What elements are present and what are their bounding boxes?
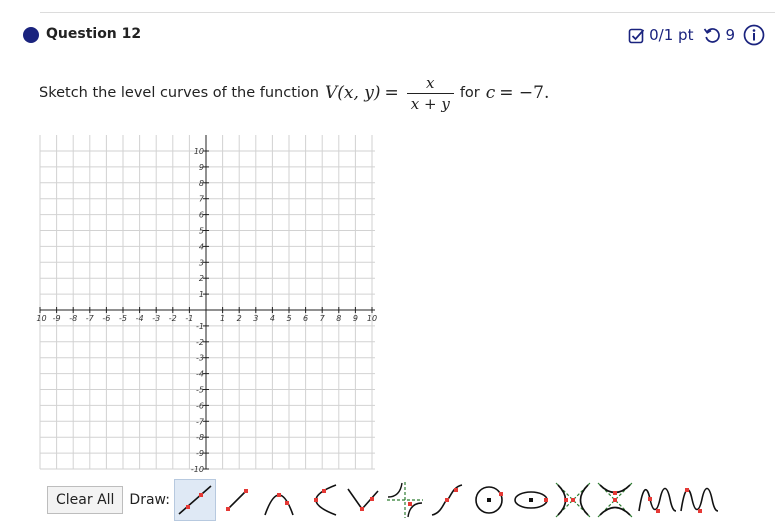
y-tick-label: -8: [196, 433, 204, 442]
y-tick-label: 1: [199, 290, 204, 299]
level-variable: c: [485, 83, 496, 103]
y-tick-label: -1: [196, 322, 204, 331]
y-tick-label: -9: [196, 449, 204, 458]
x-tick-label: 1: [220, 314, 225, 323]
y-tick-label: -6: [196, 401, 204, 410]
x-tick-label: -3: [152, 314, 160, 323]
y-tick-label: 8: [199, 179, 204, 188]
sideways-parabola-tool-icon[interactable]: [300, 479, 342, 521]
vertical-hyperbola-tool-icon[interactable]: [594, 479, 636, 521]
top-divider: [40, 12, 775, 13]
x-tick-label: -2: [169, 314, 177, 323]
x-tick-label: 8: [336, 314, 341, 323]
prompt-tail-prefix: for: [459, 85, 480, 101]
sine-tool-icon[interactable]: [636, 479, 678, 521]
x-tick-label: 5: [286, 314, 291, 323]
score-area: 0/1 pt 9: [628, 24, 765, 46]
x-tick-label: -8: [69, 314, 77, 323]
retry-icon[interactable]: [703, 26, 721, 44]
clear-all-button[interactable]: Clear All: [47, 486, 124, 514]
y-tick-label: 10: [194, 147, 204, 156]
graphing-canvas[interactable]: -10-9-8-7-6-5-4-3-2-11234567891010987654…: [36, 133, 379, 473]
cubic-tool-icon[interactable]: [426, 479, 468, 521]
question-title: Question 12: [46, 26, 142, 42]
x-tick-label: 3: [253, 314, 258, 323]
question-header: Question 12 0/1 pt 9: [0, 22, 775, 48]
line-tool-icon[interactable]: [173, 479, 216, 521]
x-tick-label: -6: [102, 314, 110, 323]
parabola-tool-icon[interactable]: [258, 479, 300, 521]
y-tick-label: 5: [199, 227, 204, 236]
x-tick-label: -4: [136, 314, 144, 323]
x-tick-label: 9: [353, 314, 358, 323]
equals-sign: =: [384, 83, 399, 103]
y-tick-label: 6: [199, 211, 204, 220]
circle-tool-icon[interactable]: [468, 479, 510, 521]
y-tick-label: -7: [196, 417, 205, 426]
cosine-tool-icon[interactable]: [678, 479, 720, 521]
fraction-denominator: x + y: [406, 92, 454, 113]
status-dot-icon: [23, 27, 39, 43]
x-tick-label: 10: [367, 314, 377, 323]
y-tick-label: 9: [199, 163, 204, 172]
y-tick-label: 4: [199, 242, 204, 251]
checkbox-icon: [628, 27, 645, 44]
y-tick-label: -10: [191, 465, 204, 473]
attempts-text: 9: [725, 26, 735, 44]
absolute-value-tool-icon[interactable]: [342, 479, 384, 521]
x-tick-label: 2: [237, 314, 242, 323]
y-tick-label: -2: [196, 338, 204, 347]
x-tick-label: 6: [303, 314, 308, 323]
coordinate-grid[interactable]: -10-9-8-7-6-5-4-3-2-11234567891010987654…: [36, 133, 379, 473]
rational-tool-icon[interactable]: [384, 479, 426, 521]
x-tick-label: -7: [86, 314, 95, 323]
fraction-numerator: x: [426, 73, 435, 92]
info-icon[interactable]: [743, 24, 765, 46]
level-value: = −7.: [499, 83, 550, 103]
ellipse-tool-icon[interactable]: [510, 479, 552, 521]
y-tick-label: -5: [196, 386, 204, 395]
x-tick-label: -5: [119, 314, 127, 323]
hyperbola-tool-icon[interactable]: [552, 479, 594, 521]
question-prompt: Sketch the level curves of the function …: [39, 70, 549, 116]
y-tick-label: 2: [199, 274, 204, 283]
draw-label: Draw:: [129, 492, 170, 508]
y-tick-label: -3: [196, 354, 204, 363]
x-tick-label: -9: [53, 314, 61, 323]
segment-tool-icon[interactable]: [216, 479, 258, 521]
function-fraction: x x + y: [406, 73, 454, 113]
y-tick-label: 3: [199, 258, 204, 267]
function-lhs: V(x, y): [324, 83, 381, 103]
drawing-toolbar: Clear All Draw:: [44, 478, 720, 522]
score-text: 0/1 pt: [649, 26, 694, 44]
prompt-lead-text: Sketch the level curves of the function: [39, 85, 319, 101]
x-tick-label: -1: [185, 314, 193, 323]
x-tick-label: -10: [36, 314, 47, 323]
x-tick-label: 4: [270, 314, 275, 323]
y-tick-label: -4: [196, 370, 204, 379]
